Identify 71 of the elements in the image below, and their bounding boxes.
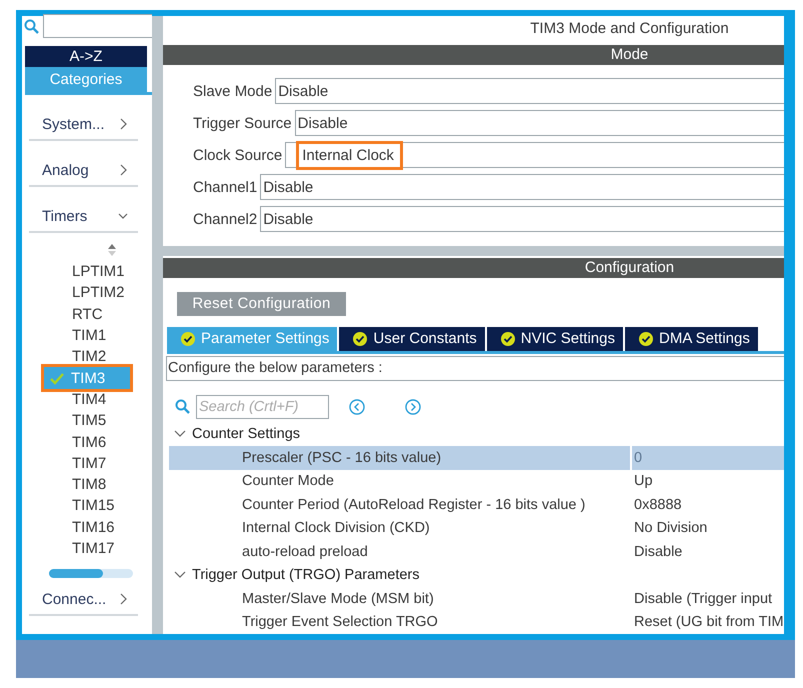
peripheral-item[interactable]: TIM17 [44, 538, 130, 560]
parameter-value[interactable]: No Division [630, 516, 784, 540]
description-text: Configure the below parameters : [166, 356, 784, 380]
field-label: Trigger Source [193, 114, 292, 132]
peripheral-item[interactable]: TIM8 [44, 474, 130, 496]
check-circle-icon [181, 332, 195, 346]
search-icon [175, 399, 190, 414]
parameter-value[interactable]: Up [630, 470, 784, 493]
check-icon [49, 372, 65, 385]
section-header: Mode [163, 45, 784, 65]
sort-tab[interactable]: A->Z [25, 46, 147, 67]
parameter-name: Internal Clock Division (CKD) [241, 519, 431, 538]
dropdown-field[interactable]: Disable [275, 78, 784, 104]
check-circle-icon [353, 332, 368, 346]
category-header[interactable]: Connec... [29, 584, 138, 616]
category-header[interactable]: System... [29, 109, 138, 141]
category-label: System... [42, 116, 105, 132]
previous-icon[interactable] [349, 398, 365, 414]
field-label: Clock Source [193, 146, 282, 164]
dropdown-field[interactable]: Disable [294, 110, 784, 136]
section-header: Configuration [163, 258, 784, 278]
dropdown-field[interactable]: Disable [260, 174, 784, 200]
parameter-value[interactable]: Disable (Trigger input [630, 587, 784, 610]
peripheral-item[interactable]: LPTIM2 [44, 282, 130, 304]
peripheral-item[interactable]: TIM16 [44, 516, 130, 538]
parameter-value[interactable]: Reset (UG bit from TIM [630, 610, 784, 634]
category-label: Connec... [42, 590, 106, 608]
chevron-down-icon[interactable] [174, 430, 186, 438]
group-label: Trigger Output (TRGO) Parameters [192, 567, 420, 584]
dropdown-field[interactable]: Internal Clock [285, 142, 784, 168]
selected-row[interactable]: Prescaler (PSC - 16 bits value) 0 [169, 446, 784, 470]
peripheral-item[interactable]: TIM5 [44, 410, 130, 432]
check-circle-icon [639, 332, 653, 346]
parameter-value[interactable]: 0x8888 [630, 493, 784, 516]
parameter-value[interactable]: Disable [630, 540, 784, 564]
search-field[interactable] [43, 14, 152, 38]
parameter-name: Prescaler (PSC - 16 bits value) [241, 448, 442, 468]
category-label: Timers [42, 208, 88, 224]
dropdown-field[interactable]: Disable [260, 206, 784, 232]
scrollbar[interactable] [49, 569, 133, 578]
next-icon[interactable] [405, 398, 421, 414]
category-header[interactable]: Analog [29, 155, 138, 187]
tab[interactable]: User Constants [339, 326, 487, 350]
peripheral-item[interactable]: TIM15 [44, 495, 130, 517]
highlight-frame: Internal Clock [296, 140, 403, 170]
parameter-name: auto-reload preload [241, 542, 369, 562]
parameter-name: Master/Slave Mode (MSM bit) [241, 590, 435, 609]
search-icon [24, 18, 39, 34]
peripheral-item[interactable]: LPTIM1 [44, 261, 130, 282]
parameter-name: Trigger Event Selection TRGO [241, 613, 439, 632]
tab[interactable]: DMA Settings [625, 326, 758, 350]
panel-title: TIM3 Mode and Configuration [529, 19, 730, 39]
peripheral-item[interactable]: TIM4 [44, 388, 130, 410]
group-label: Counter Settings [192, 426, 300, 442]
field-label: Slave Mode [193, 82, 272, 100]
tab[interactable]: NVIC Settings [486, 326, 625, 350]
peripheral-item[interactable]: TIM6 [44, 431, 130, 453]
peripheral-item[interactable]: TIM2 [44, 346, 130, 368]
check-circle-icon [500, 332, 515, 346]
peripheral-item[interactable]: TIM7 [44, 452, 130, 474]
peripheral-item[interactable]: TIM1 [44, 324, 130, 346]
chevron-down-icon[interactable] [174, 571, 186, 580]
field-label: Channel1 [193, 178, 258, 196]
parameter-name: Counter Period (AutoReload Register - 16 bits value ) [241, 496, 586, 515]
peripheral-item[interactable]: RTC [44, 304, 130, 325]
category-label: Analog [42, 162, 89, 178]
category-header[interactable]: Timers [29, 201, 138, 233]
search-field[interactable]: Search (Crtl+F) [196, 394, 329, 418]
field-label: Channel2 [193, 210, 258, 228]
parameter-name: Counter Mode [241, 472, 335, 492]
sort-arrows-icon[interactable] [107, 243, 117, 257]
